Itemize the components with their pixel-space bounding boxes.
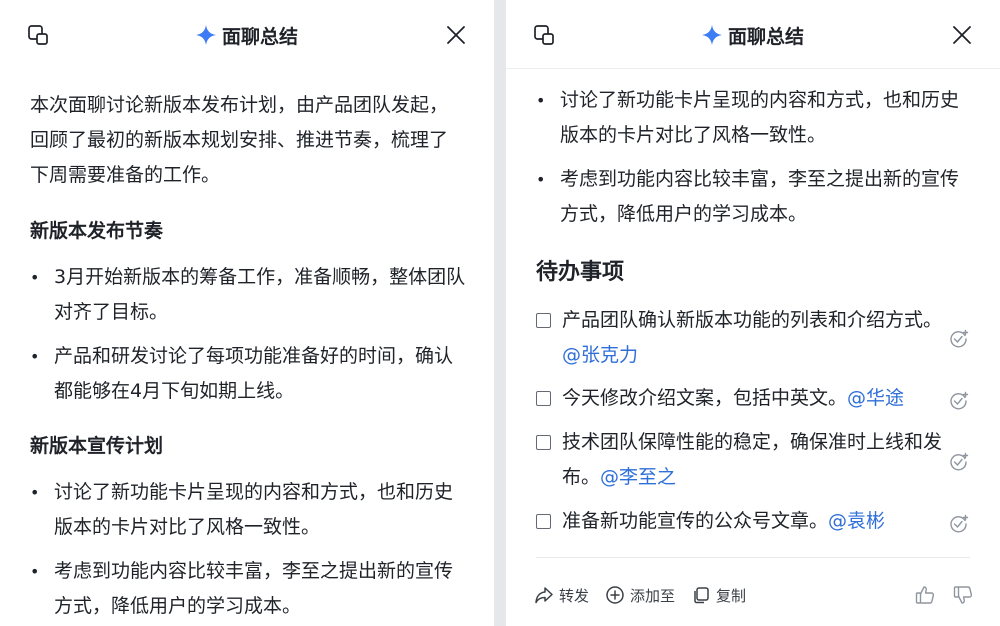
list-item-text: 产品和研发讨论了每项功能准备好的时间，确认都能够在4月下旬如期上线。 (54, 345, 454, 402)
copy-label: 复制 (716, 586, 747, 605)
bullet-dot: • (536, 170, 546, 189)
todo-text: 准备新功能宣传的公众号文章。@袁彬 (562, 504, 942, 539)
footer-divider (536, 557, 970, 558)
list-item-text: 3月开始新版本的筹备工作，准备顺畅，整体团队对齐了目标。 (54, 266, 466, 323)
todo-item: 产品团队确认新版本功能的列表和介绍方式。 @张克力 (536, 303, 970, 373)
page-title: 面聊总结 (221, 25, 298, 48)
add-to-button[interactable]: 添加至 (605, 585, 675, 606)
list-item: • 讨论了新功能卡片呈现的内容和方式，也和历史版本的卡片对比了风格一致性。 (536, 83, 976, 153)
mention-link[interactable]: @李至之 (600, 466, 676, 488)
forward-icon (534, 585, 554, 605)
thumbs-down-icon[interactable] (952, 584, 974, 606)
bullet-dot: • (30, 347, 40, 366)
assign-check-icon[interactable] (948, 512, 970, 534)
mention-link[interactable]: @张克力 (562, 344, 638, 366)
forward-button[interactable]: 转发 (534, 585, 589, 606)
list-item: • 考虑到功能内容比较丰富，李至之提出新的宣传方式，降低用户的学习成本。 (30, 554, 470, 624)
list-item: • 3月开始新版本的筹备工作，准备顺畅，整体团队对齐了目标。 (30, 260, 470, 330)
list-item-text: 讨论了新功能卡片呈现的内容和方式，也和历史版本的卡片对比了风格一致性。 (54, 481, 454, 538)
add-circle-icon (605, 585, 625, 605)
title-group: 面聊总结 (0, 22, 494, 48)
add-to-label: 添加至 (630, 586, 676, 605)
todo-text-body: 产品团队确认新版本功能的列表和介绍方式。 (562, 309, 943, 331)
list-item: • 考虑到功能内容比较丰富，李至之提出新的宣传方式，降低用户的学习成本。 (536, 162, 976, 232)
bullet-dot: • (30, 268, 40, 287)
list-item-text: 考虑到功能内容比较丰富，李至之提出新的宣传方式，降低用户的学习成本。 (560, 168, 960, 225)
todo-checkbox[interactable] (536, 313, 551, 328)
panel-header: 面聊总结 (506, 0, 1000, 68)
page-title: 面聊总结 (727, 25, 804, 48)
summary-panel-right: 面聊总结 • 讨论了新功能卡片呈现的内容和方式，也和历史版本的卡片对比了风格一致… (506, 0, 1000, 626)
mention-link[interactable]: @华途 (847, 387, 904, 409)
summary-text: 本次面聊讨论新版本发布计划，由产品团队发起，回顾了最初的新版本规划安排、推进节奏… (30, 94, 449, 186)
todo-item: 准备新功能宣传的公众号文章。@袁彬 (536, 504, 970, 539)
todo-item: 技术团队保障性能的稳定，确保准时上线和发布。@李至之 (536, 425, 970, 495)
todo-heading: 待办事项 (536, 260, 625, 285)
section-heading: 新版本宣传计划 (30, 435, 164, 457)
sparkle-icon (195, 25, 216, 45)
bullet-dot: • (30, 483, 40, 502)
summary-panel-left: 面聊总结 本次面聊讨论新版本发布计划，由产品团队发起，回顾了最初的新版本规划安排… (0, 0, 494, 626)
todo-checkbox[interactable] (536, 435, 551, 450)
todo-text: 产品团队确认新版本功能的列表和介绍方式。 @张克力 (562, 303, 942, 373)
panel-header: 面聊总结 (0, 0, 494, 68)
assign-check-icon[interactable] (948, 450, 970, 472)
list-item-text: 讨论了新功能卡片呈现的内容和方式，也和历史版本的卡片对比了风格一致性。 (560, 89, 960, 146)
todo-text-body: 准备新功能宣传的公众号文章。 (562, 510, 829, 532)
list-item: • 讨论了新功能卡片呈现的内容和方式，也和历史版本的卡片对比了风格一致性。 (30, 475, 470, 545)
copy-icon (691, 585, 711, 605)
thumbs-up-icon[interactable] (914, 584, 936, 606)
forward-label: 转发 (559, 586, 590, 605)
bullet-dot: • (30, 562, 40, 581)
todo-checkbox[interactable] (536, 391, 551, 406)
title-group: 面聊总结 (506, 22, 1000, 48)
section-heading: 新版本发布节奏 (30, 220, 164, 242)
close-icon[interactable] (444, 23, 468, 47)
header-divider (506, 68, 1000, 69)
todo-text-body: 今天修改介绍文案，包括中英文。 (562, 387, 848, 409)
todo-item: 今天修改介绍文案，包括中英文。@华途 (536, 381, 970, 416)
todo-text: 技术团队保障性能的稳定，确保准时上线和发布。@李至之 (562, 425, 942, 495)
list-item-text: 考虑到功能内容比较丰富，李至之提出新的宣传方式，降低用户的学习成本。 (54, 560, 454, 617)
copy-button[interactable]: 复制 (691, 585, 746, 606)
assign-check-icon[interactable] (948, 327, 970, 349)
mention-link[interactable]: @袁彬 (828, 510, 885, 532)
sparkle-icon (701, 25, 722, 45)
todo-checkbox[interactable] (536, 514, 551, 529)
bullet-dot: • (536, 91, 546, 110)
todo-text: 今天修改介绍文案，包括中英文。@华途 (562, 381, 942, 416)
assign-check-icon[interactable] (948, 389, 970, 411)
list-item: • 产品和研发讨论了每项功能准备好的时间，确认都能够在4月下旬如期上线。 (30, 339, 470, 409)
footer-actions: 转发 添加至 复制 (534, 582, 974, 608)
close-icon[interactable] (950, 23, 974, 47)
